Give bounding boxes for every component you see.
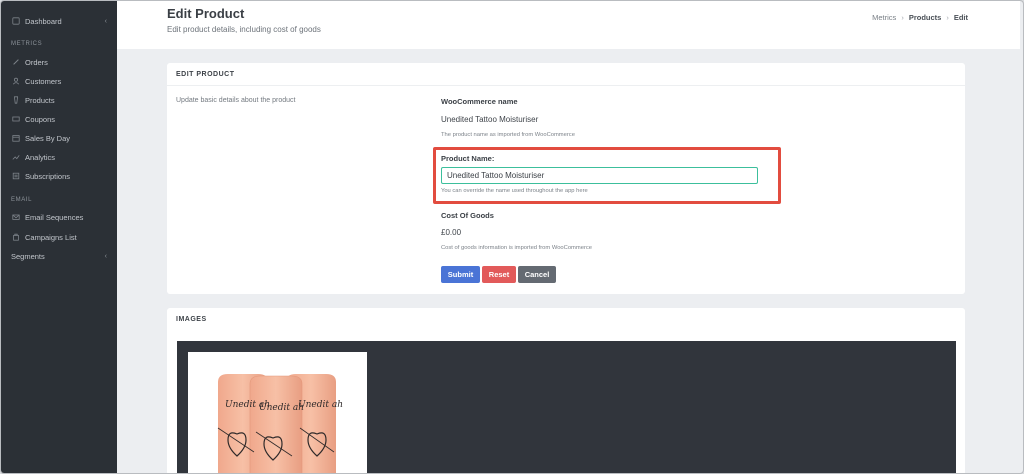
email-sequences-icon: [11, 213, 20, 222]
page-subtitle: Edit product details, including cost of …: [167, 25, 321, 34]
cost-of-goods-value: £0.00: [441, 228, 462, 237]
sidebar-item-products[interactable]: Products: [11, 92, 111, 108]
sidebar-item-coupons[interactable]: Coupons: [11, 111, 111, 127]
sidebar: Dashboard ‹ METRICS Orders Customers Pro…: [1, 1, 117, 473]
page-title: Edit Product: [167, 6, 245, 21]
product-image[interactable]: Unedit ah Unedit ah Unedit ah: [188, 352, 367, 473]
sidebar-item-sales-by-day[interactable]: Sales By Day: [11, 130, 111, 146]
sidebar-item-label: Campaigns List: [25, 232, 77, 242]
page-header: Edit Product Edit product details, inclu…: [117, 1, 1020, 49]
sidebar-item-segments[interactable]: Segments ‹: [11, 248, 111, 264]
cost-of-goods-label: Cost Of Goods: [441, 211, 494, 220]
product-name-label: Product Name:: [441, 154, 495, 163]
sidebar-item-label: Analytics: [25, 152, 56, 162]
sidebar-item-label: Coupons: [25, 114, 56, 124]
chevron-left-icon: ‹: [104, 17, 107, 25]
woocommerce-name-value: Unedited Tattoo Moisturiser: [441, 115, 539, 124]
sidebar-item-label: Subscriptions: [25, 171, 71, 181]
product-name-help: You can override the name used throughou…: [441, 188, 588, 194]
products-icon: [11, 96, 20, 105]
sidebar-item-customers[interactable]: Customers: [11, 73, 111, 89]
sidebar-item-label: Customers: [25, 76, 62, 86]
breadcrumb-metrics[interactable]: Metrics: [872, 13, 896, 22]
card-title: EDIT PRODUCT: [176, 71, 235, 78]
sidebar-item-orders[interactable]: Orders: [11, 54, 111, 70]
sidebar-item-dashboard[interactable]: Dashboard ‹: [11, 13, 111, 29]
sales-by-day-icon: [11, 134, 20, 143]
sidebar-item-campaigns-list[interactable]: Campaigns List: [11, 229, 111, 245]
sidebar-item-label: Email Sequences: [25, 212, 84, 222]
tube-brand-text: Unedit ah: [298, 400, 343, 410]
sidebar-item-label: Products: [25, 95, 55, 105]
breadcrumb: Metrics › Products › Edit: [872, 13, 968, 22]
analytics-icon: [11, 153, 20, 162]
submit-button[interactable]: Submit: [441, 266, 480, 283]
card-divider: [167, 85, 965, 86]
sidebar-item-label: Sales By Day: [25, 133, 71, 143]
sidebar-heading-email: EMAIL: [11, 197, 33, 203]
subscriptions-icon: [11, 172, 20, 181]
cost-of-goods-help: Cost of goods information is imported fr…: [441, 245, 592, 251]
orders-icon: [11, 58, 20, 67]
sidebar-item-label: Orders: [25, 57, 48, 67]
chevron-left-icon: ‹: [104, 252, 107, 260]
woocommerce-name-label: WooCommerce name: [441, 97, 518, 106]
card-description: Update basic details about the product: [176, 97, 296, 104]
app-window: Dashboard ‹ METRICS Orders Customers Pro…: [0, 0, 1024, 474]
reset-button[interactable]: Reset: [482, 266, 516, 283]
coupons-icon: [11, 115, 20, 124]
breadcrumb-edit: Edit: [953, 13, 968, 22]
card-title: IMAGES: [176, 316, 207, 323]
chevron-right-icon: ›: [901, 13, 904, 22]
sidebar-item-email-sequences[interactable]: Email Sequences: [11, 209, 111, 225]
campaigns-icon: [11, 233, 20, 242]
dashboard-icon: [11, 17, 20, 26]
customers-icon: [11, 77, 20, 86]
sidebar-item-subscriptions[interactable]: Subscriptions: [11, 168, 111, 184]
breadcrumb-products[interactable]: Products: [909, 13, 942, 22]
cancel-button[interactable]: Cancel: [518, 266, 556, 283]
product-name-input[interactable]: [441, 167, 758, 184]
sidebar-item-analytics[interactable]: Analytics: [11, 149, 111, 165]
sidebar-item-label: Segments: [11, 251, 45, 261]
sidebar-item-label: Dashboard: [25, 16, 62, 26]
sidebar-heading-metrics: METRICS: [11, 41, 43, 47]
woocommerce-name-help: The product name as imported from WooCom…: [441, 132, 575, 138]
product-image-art: Unedit ah Unedit ah Unedit ah: [217, 374, 343, 473]
chevron-right-icon: ›: [946, 13, 949, 22]
